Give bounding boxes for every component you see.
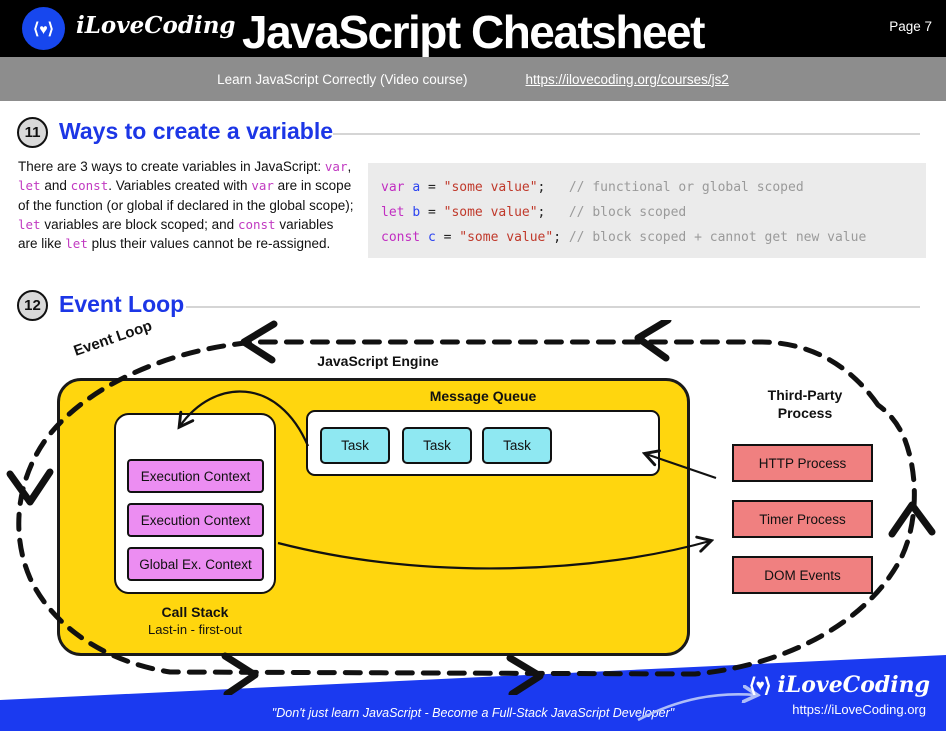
footer-brand: ⟨♥⟩ iLoveCoding xyxy=(749,672,930,698)
footer-logo-icon: ⟨♥⟩ xyxy=(749,673,772,698)
event-loop-diagram: JavaScript Engine Event Loop Execution C… xyxy=(0,320,946,695)
task-box: Task xyxy=(320,427,390,464)
call-stack-sublabel: Last-in - first-out xyxy=(115,622,275,637)
code-line: const c = "some value"; // block scoped … xyxy=(381,225,926,250)
task-box: Task xyxy=(402,427,472,464)
section-12-divider xyxy=(186,306,920,308)
section-12-title: Event Loop xyxy=(59,291,184,318)
loop-arrowhead-left-down xyxy=(10,472,50,502)
third-party-label-line1: Third-Party xyxy=(705,386,905,404)
timer-process-box: Timer Process xyxy=(732,500,873,538)
footer-logo-right-bracket: ⟩ xyxy=(764,673,772,698)
event-loop-label: Event Loop xyxy=(71,317,154,360)
http-process-box: HTTP Process xyxy=(732,444,873,482)
section-12-badge: 12 xyxy=(17,290,48,321)
code-line: let b = "some value"; // block scoped xyxy=(381,200,926,225)
task-box: Task xyxy=(482,427,552,464)
loop-arrowhead-top-left xyxy=(244,324,274,360)
loop-arrowhead-right-up xyxy=(892,505,932,534)
page-number: Page 7 xyxy=(889,19,932,34)
third-party-label: Third-Party Process xyxy=(705,386,905,422)
code-block: var a = "some value"; // functional or g… xyxy=(368,163,926,258)
call-stack-label: Call Stack xyxy=(115,604,275,620)
footer: "Don't just learn JavaScript - Become a … xyxy=(0,640,946,731)
code-line: var a = "some value"; // functional or g… xyxy=(381,175,926,200)
global-execution-context-frame: Global Ex. Context xyxy=(127,547,264,581)
footer-brand-name: iLoveCoding xyxy=(777,672,930,698)
course-label: Learn JavaScript Correctly (Video course… xyxy=(217,72,467,87)
message-queue-label: Message Queue xyxy=(383,388,583,404)
execution-context-frame: Execution Context xyxy=(127,503,264,537)
section-11-badge: 11 xyxy=(17,117,48,148)
third-party-label-line2: Process xyxy=(705,404,905,422)
footer-url-link[interactable]: https://iLoveCoding.org xyxy=(792,702,926,717)
cheatsheet-page: ⟨♥⟩ iLoveCoding JavaScript Cheatsheet Pa… xyxy=(0,0,946,731)
dom-events-box: DOM Events xyxy=(732,556,873,594)
loop-arrowhead-top-right xyxy=(638,320,668,358)
page-title: JavaScript Cheatsheet xyxy=(0,4,946,57)
javascript-engine-label: JavaScript Engine xyxy=(278,353,478,369)
section-11-title: Ways to create a variable xyxy=(59,118,333,145)
section-11-divider xyxy=(333,133,920,135)
variables-paragraph: There are 3 ways to create variables in … xyxy=(18,157,356,253)
execution-context-frame: Execution Context xyxy=(127,459,264,493)
call-stack-box: Execution Context Execution Context Glob… xyxy=(114,413,276,594)
message-queue-box: Task Task Task xyxy=(306,410,660,476)
header-bar: ⟨♥⟩ iLoveCoding JavaScript Cheatsheet Pa… xyxy=(0,0,946,57)
course-link[interactable]: https://ilovecoding.org/courses/js2 xyxy=(526,72,729,87)
subheader-bar: Learn JavaScript Correctly (Video course… xyxy=(0,57,946,101)
